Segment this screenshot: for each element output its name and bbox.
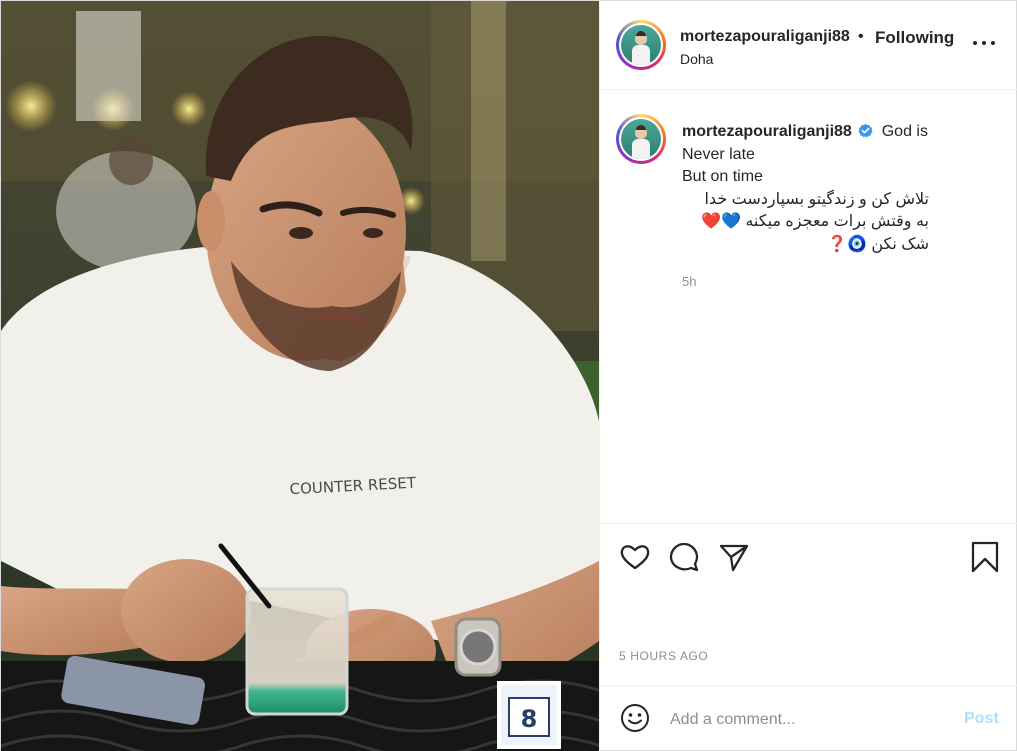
- caption-text: mortezapouraliganji88 God is Never late …: [682, 121, 1012, 256]
- heart-icon[interactable]: [619, 541, 651, 573]
- caption-avatar[interactable]: [616, 114, 666, 164]
- post-header: mortezapouraliganji88 • Following Doha: [600, 1, 1017, 90]
- comment-icon[interactable]: [668, 541, 700, 573]
- post-photo[interactable]: COUNTER RESET 8: [1, 1, 599, 751]
- post-timestamp[interactable]: 5 HOURS AGO: [619, 649, 708, 663]
- caption-line-5: به وقتش برات معجزه میکنه 💙❤️: [701, 213, 929, 230]
- comment-box: Post: [600, 685, 1017, 751]
- post-comment-button[interactable]: Post: [964, 710, 999, 728]
- header-username-link[interactable]: mortezapouraliganji88: [680, 28, 856, 46]
- more-options-icon[interactable]: [972, 37, 996, 49]
- comment-input[interactable]: [670, 706, 930, 734]
- post-actions-bar: [600, 523, 1017, 603]
- caption-timestamp[interactable]: 5h: [682, 274, 696, 289]
- table-number: 8: [521, 705, 538, 733]
- following-button[interactable]: Following: [875, 28, 954, 48]
- author-avatar[interactable]: [616, 20, 666, 70]
- smiley-icon[interactable]: [620, 703, 650, 733]
- caption-line-3: But on time: [682, 168, 763, 185]
- bookmark-icon[interactable]: [969, 541, 1001, 573]
- caption-line-6: شک نکن 🧿❓: [827, 235, 929, 253]
- verified-badge-icon: [858, 123, 873, 138]
- caption-line-1: God is: [881, 123, 928, 140]
- caption-username-link[interactable]: mortezapouraliganji88: [682, 123, 852, 140]
- caption-line-2: Never late: [682, 145, 755, 163]
- header-separator: •: [858, 28, 864, 45]
- location-link[interactable]: Doha: [680, 51, 713, 67]
- caption-line-4: تلاش کن و زندگیتو بسپاردست خدا: [704, 190, 929, 208]
- post-details-panel: mortezapouraliganji88 • Following Doha m…: [599, 1, 1017, 751]
- instagram-post: COUNTER RESET 8 mortezapouraliganji88 • …: [0, 0, 1017, 751]
- photo-illustration: COUNTER RESET 8: [1, 1, 599, 751]
- share-icon[interactable]: [718, 541, 750, 573]
